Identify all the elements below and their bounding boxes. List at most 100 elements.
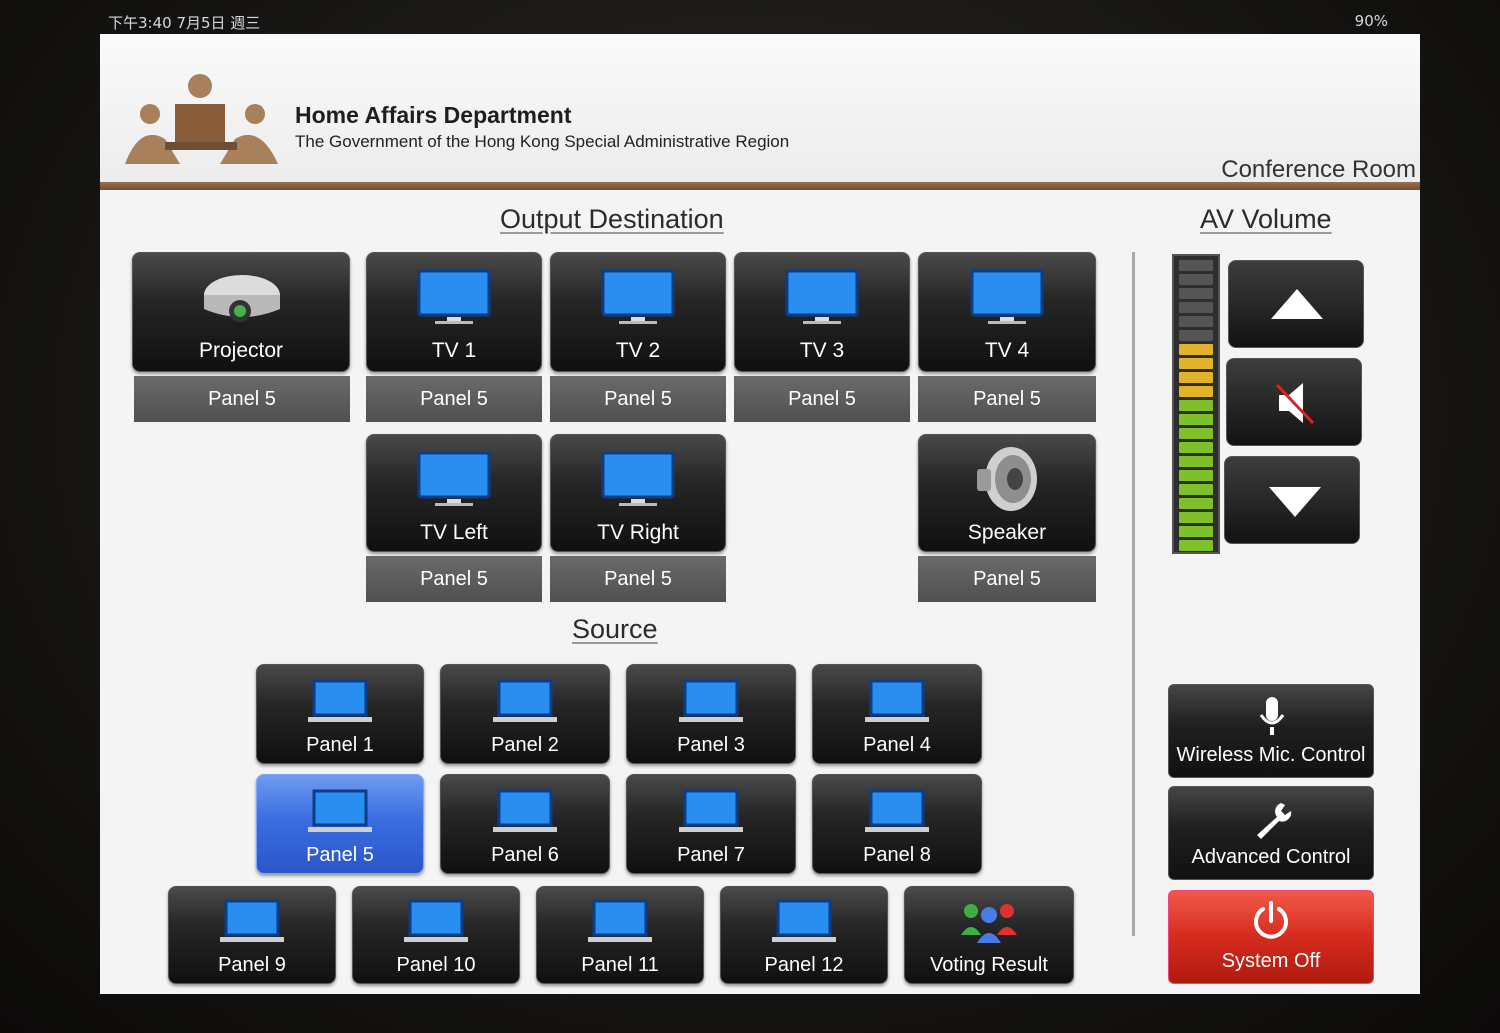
source-label: Panel 4 xyxy=(863,734,931,756)
volume-segment xyxy=(1179,512,1213,523)
org-subtitle: The Government of the Hong Kong Special … xyxy=(295,132,790,151)
wireless-mic-label: Wireless Mic. Control xyxy=(1176,744,1366,766)
wireless-mic-control-button[interactable]: Wireless Mic. Control xyxy=(1168,684,1374,778)
destination-label: TV Right xyxy=(597,521,679,544)
source-panel-9[interactable]: Panel 9 xyxy=(168,886,336,984)
tv-icon xyxy=(601,269,675,324)
system-off-label: System Off xyxy=(1221,950,1321,972)
volume-segment xyxy=(1179,330,1213,341)
volume-segment xyxy=(1179,400,1213,411)
volume-segment xyxy=(1179,442,1213,453)
destination-source-panel: Panel 5 xyxy=(366,556,542,602)
laptop-icon xyxy=(679,789,743,832)
source-panel-1[interactable]: Panel 1 xyxy=(256,664,424,764)
source-label: Panel 2 xyxy=(491,734,559,756)
destination-speaker[interactable]: Speaker xyxy=(918,434,1096,552)
source-label: Panel 3 xyxy=(677,734,745,756)
volume-down-button[interactable] xyxy=(1224,456,1360,544)
volume-segment xyxy=(1179,470,1213,481)
destination-tv-1[interactable]: TV 1 xyxy=(366,252,542,372)
volume-segment xyxy=(1179,456,1213,467)
destination-tv-left[interactable]: TV Left xyxy=(366,434,542,552)
source-panel-4[interactable]: Panel 4 xyxy=(812,664,982,764)
source-label: Panel 11 xyxy=(581,954,659,976)
destination-label: TV 4 xyxy=(984,339,1030,362)
source-panel-2[interactable]: Panel 2 xyxy=(440,664,610,764)
volume-up-button[interactable] xyxy=(1228,260,1364,348)
laptop-icon xyxy=(493,789,557,832)
source-label: Panel 9 xyxy=(218,954,286,976)
destination-tv-4[interactable]: TV 4 xyxy=(918,252,1096,372)
laptop-icon xyxy=(493,679,557,722)
destination-label: TV 2 xyxy=(615,339,661,362)
volume-segment xyxy=(1179,526,1213,537)
destination-source-panel: Panel 5 xyxy=(918,556,1096,602)
destination-tv-3[interactable]: TV 3 xyxy=(734,252,910,372)
battery-level: 90% xyxy=(1354,12,1388,30)
triangle-down-icon xyxy=(1269,487,1321,517)
volume-segment xyxy=(1179,498,1213,509)
destination-source-panel: Panel 5 xyxy=(366,376,542,422)
source-label: Voting Result xyxy=(930,954,1048,976)
volume-segment xyxy=(1179,344,1213,355)
source-panel-11[interactable]: Panel 11 xyxy=(536,886,704,984)
destination-label: TV Left xyxy=(420,521,488,544)
volume-segment xyxy=(1179,302,1213,313)
wrench-icon xyxy=(1257,803,1292,839)
av-volume-title: AV Volume xyxy=(1200,204,1332,234)
system-off-button[interactable]: System Off xyxy=(1168,890,1374,984)
source-label: Panel 12 xyxy=(764,954,844,976)
source-panel-10[interactable]: Panel 10 xyxy=(352,886,520,984)
laptop-icon xyxy=(772,899,836,942)
laptop-icon xyxy=(404,899,468,942)
mute-button[interactable] xyxy=(1226,358,1362,446)
speaker-mute-icon xyxy=(1275,383,1315,425)
voting-people-icon xyxy=(961,904,1017,943)
laptop-icon xyxy=(679,679,743,722)
control-screen: Home Affairs Department The Government o… xyxy=(100,34,1420,994)
volume-segment xyxy=(1179,484,1213,495)
destination-projector[interactable]: Projector xyxy=(132,252,350,372)
header-divider xyxy=(100,182,1420,190)
volume-segment xyxy=(1179,358,1213,369)
tv-icon xyxy=(601,451,675,506)
laptop-icon xyxy=(308,679,372,722)
projector-icon xyxy=(204,275,280,322)
volume-segment xyxy=(1179,316,1213,327)
laptop-icon xyxy=(588,899,652,942)
source-panel-7[interactable]: Panel 7 xyxy=(626,774,796,874)
triangle-up-icon xyxy=(1271,289,1323,319)
speaker-icon xyxy=(977,447,1037,511)
advanced-control-button[interactable]: Advanced Control xyxy=(1168,786,1374,880)
source-panel-5[interactable]: Panel 5 xyxy=(256,774,424,874)
laptop-icon xyxy=(865,789,929,832)
advanced-control-label: Advanced Control xyxy=(1191,846,1351,868)
tv-icon xyxy=(785,269,859,324)
source-panel-6[interactable]: Panel 6 xyxy=(440,774,610,874)
source-voting-result[interactable]: Voting Result xyxy=(904,886,1074,984)
room-name: Conference Room xyxy=(1221,156,1416,183)
source-panel-3[interactable]: Panel 3 xyxy=(626,664,796,764)
destination-label: Speaker xyxy=(967,521,1047,544)
destination-source-panel: Panel 5 xyxy=(550,556,726,602)
source-label: Panel 5 xyxy=(306,844,374,866)
source-panel-12[interactable]: Panel 12 xyxy=(720,886,888,984)
volume-segment xyxy=(1179,274,1213,285)
volume-segment xyxy=(1179,414,1213,425)
destination-tv-2[interactable]: TV 2 xyxy=(550,252,726,372)
volume-segment xyxy=(1179,260,1213,271)
source-panel-8[interactable]: Panel 8 xyxy=(812,774,982,874)
destination-source-panel: Panel 5 xyxy=(134,376,350,422)
destination-label: TV 1 xyxy=(431,339,477,362)
tv-icon xyxy=(417,269,491,324)
volume-segment xyxy=(1179,372,1213,383)
destination-tv-right[interactable]: TV Right xyxy=(550,434,726,552)
volume-segment xyxy=(1179,428,1213,439)
laptop-icon xyxy=(220,899,284,942)
destination-source-panel: Panel 5 xyxy=(918,376,1096,422)
status-bar: 下午3:40 7月5日 週三 90% xyxy=(108,12,1388,32)
microphone-icon xyxy=(1259,697,1285,735)
vertical-divider xyxy=(1132,252,1135,936)
laptop-icon xyxy=(865,679,929,722)
volume-level-meter xyxy=(1172,254,1220,554)
